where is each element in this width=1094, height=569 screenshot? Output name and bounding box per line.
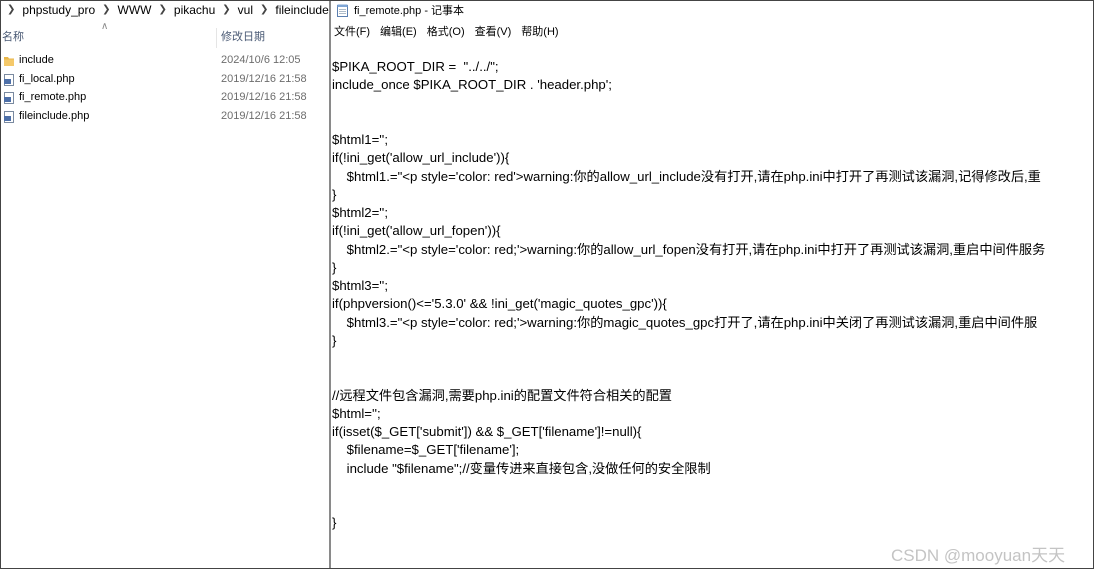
- code-line: if(!ini_get('allow_url_fopen')){: [332, 223, 501, 239]
- menu-help[interactable]: 帮助(H): [521, 23, 558, 39]
- file-name: include: [19, 54, 54, 66]
- file-row-fi-local[interactable]: fi_local.php 2019/12/16 21:58: [0, 71, 329, 90]
- php-file-icon: [4, 110, 14, 123]
- code-line: $html3.="<p style='color: red;'>warning:…: [332, 314, 1038, 330]
- sort-ascending-icon: ∧: [101, 21, 109, 32]
- menu-file[interactable]: 文件(F): [334, 23, 370, 39]
- code-line: }: [332, 259, 337, 275]
- file-name: fi_remote.php: [19, 91, 87, 103]
- folder-icon: [4, 57, 14, 66]
- code-line: $filename=$_GET['filename'];: [332, 442, 520, 458]
- column-header-date-modified[interactable]: 修改日期: [221, 28, 265, 44]
- code-line: $html='';: [332, 405, 381, 421]
- php-file-icon: [4, 92, 14, 104]
- code-line: if(!ini_get('allow_url_include')){: [332, 150, 510, 166]
- menu-format[interactable]: 格式(O): [427, 23, 465, 39]
- menu-view[interactable]: 查看(V): [475, 23, 512, 39]
- column-header-name[interactable]: 名称: [2, 28, 24, 44]
- code-line: $PIKA_ROOT_DIR = "../../";: [332, 59, 499, 74]
- code-line: $html2='';: [332, 205, 388, 220]
- column-divider[interactable]: [216, 28, 217, 48]
- breadcrumb-item-phpstudy[interactable]: phpstudy_pro: [22, 3, 95, 17]
- breadcrumb: ❯ phpstudy_pro ❯ WWW ❯ pikachu ❯ vul ❯ f…: [0, 0, 329, 19]
- file-row-fileinclude[interactable]: fileinclude.php 2019/12/16 21:58: [0, 108, 329, 127]
- file-explorer: ❯ phpstudy_pro ❯ WWW ❯ pikachu ❯ vul ❯ f…: [0, 0, 329, 569]
- code-line: include "$filename";//变量传进来直接包含,没做任何的安全限…: [332, 460, 711, 476]
- file-date: 2019/12/16 21:58: [221, 91, 307, 103]
- code-line: $html2.="<p style='color: red;'>warning:…: [332, 241, 1046, 257]
- column-headers: ∧ 名称 修改日期: [0, 21, 329, 48]
- watermark: CSDN @mooyuan天天: [891, 546, 1066, 565]
- breadcrumb-item-fileinclude[interactable]: fileinclude: [275, 3, 328, 17]
- chevron-right-icon: ❯: [158, 4, 167, 15]
- menu-edit[interactable]: 编辑(E): [380, 23, 417, 39]
- file-name: fi_local.php: [19, 72, 75, 85]
- file-date: 2019/12/16 21:58: [221, 72, 307, 85]
- code-line: include_once $PIKA_ROOT_DIR . 'header.ph…: [332, 77, 612, 93]
- text-editor[interactable]: $PIKA_ROOT_DIR = "../../"; include_once $…: [332, 58, 1092, 567]
- chevron-right-icon: ❯: [260, 4, 269, 15]
- breadcrumb-item-pikachu[interactable]: pikachu: [174, 3, 215, 17]
- code-line: $html1='';: [332, 132, 388, 147]
- code-line: }: [332, 332, 337, 348]
- code-line: if(phpversion()<='5.3.0' && !ini_get('ma…: [332, 296, 667, 312]
- code-line: }: [332, 515, 337, 531]
- window-title: fi_remote.php - 记事本: [354, 5, 465, 17]
- php-file-icon: [4, 73, 14, 86]
- code-line: if(isset($_GET['submit']) && $_GET['file…: [332, 424, 642, 439]
- file-name: fileinclude.php: [19, 109, 90, 122]
- code-line: $html1.="<p style='color: red'>warning:你…: [332, 168, 1041, 184]
- notepad-icon: [337, 4, 348, 17]
- title-bar[interactable]: fi_remote.php - 记事本: [331, 0, 1092, 20]
- file-date: 2019/12/16 21:58: [221, 109, 307, 122]
- file-list: include 2024/10/6 12:05 fi_local.php 201…: [0, 52, 329, 126]
- file-row-include[interactable]: include 2024/10/6 12:05: [0, 52, 329, 71]
- file-row-fi-remote[interactable]: fi_remote.php 2019/12/16 21:58: [0, 89, 329, 108]
- chevron-right-icon: ❯: [7, 4, 16, 15]
- chevron-right-icon: ❯: [102, 4, 111, 15]
- breadcrumb-item-vul[interactable]: vul: [238, 3, 253, 17]
- file-date: 2024/10/6 12:05: [221, 54, 301, 66]
- menu-bar: 文件(F) 编辑(E) 格式(O) 查看(V) 帮助(H): [331, 22, 566, 40]
- chevron-right-icon: ❯: [222, 4, 231, 15]
- code-line: }: [332, 186, 337, 202]
- notepad-window: fi_remote.php - 记事本 文件(F) 编辑(E) 格式(O) 查看…: [331, 0, 1092, 567]
- code-line: //远程文件包含漏洞,需要php.ini的配置文件符合相关的配置: [332, 387, 672, 403]
- breadcrumb-item-www[interactable]: WWW: [118, 3, 152, 17]
- code-line: $html3='';: [332, 278, 388, 293]
